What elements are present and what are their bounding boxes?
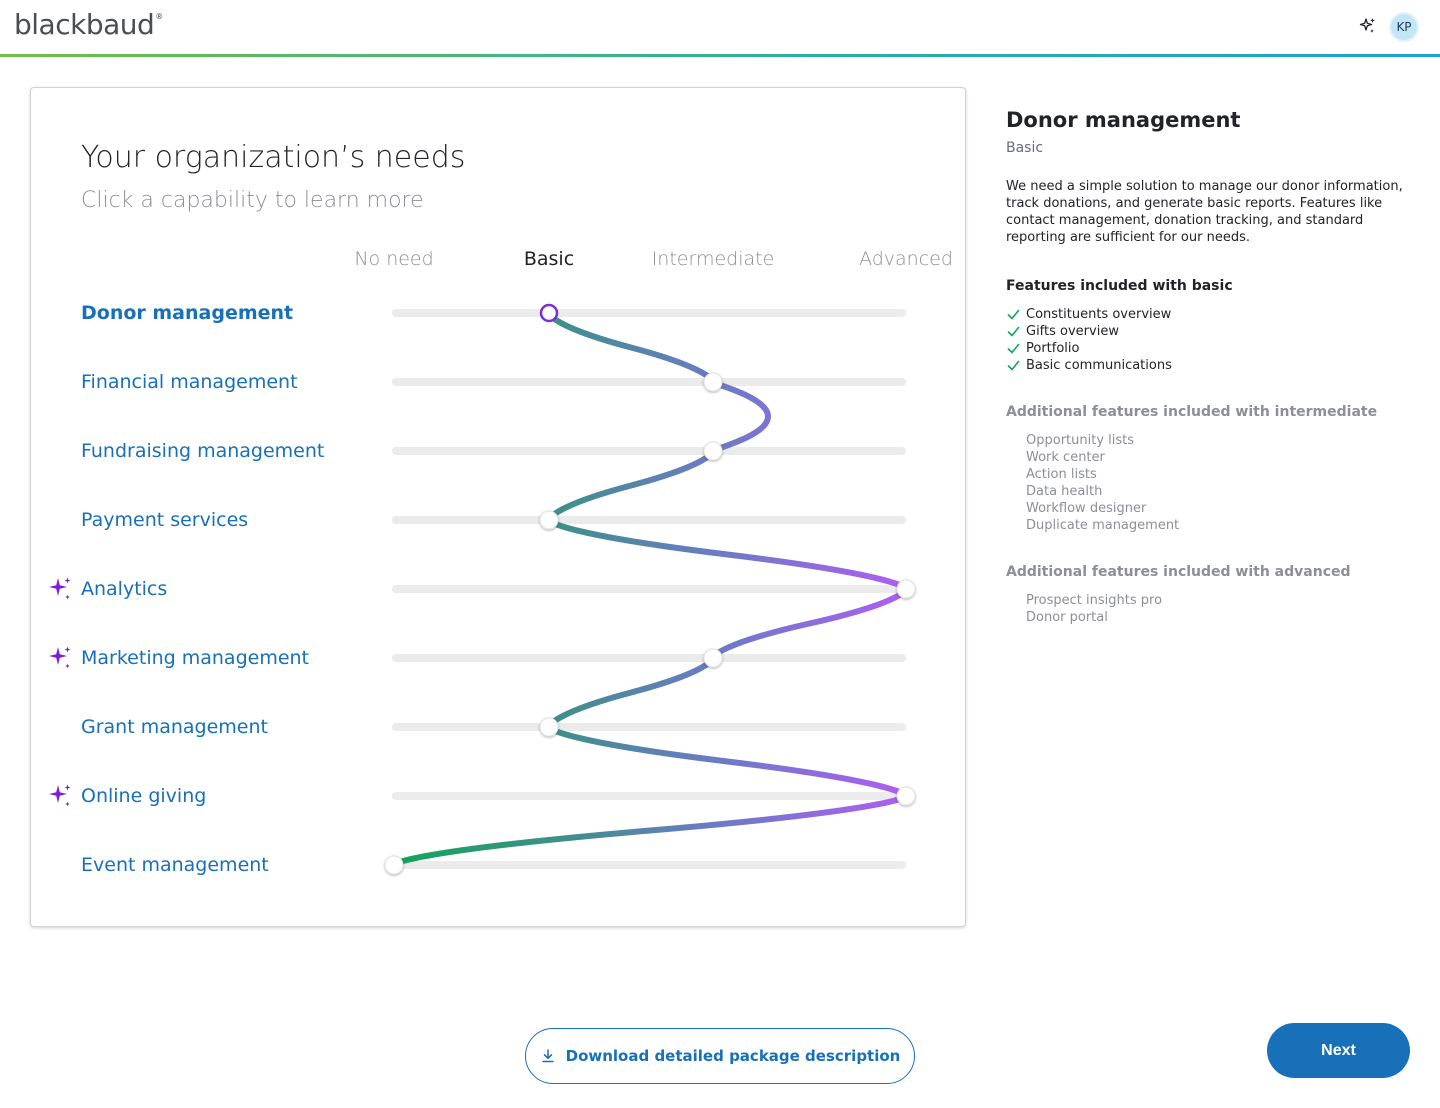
feature-item: Basic communications — [1006, 357, 1406, 374]
feature-label: Donor portal — [1026, 610, 1108, 625]
panel-title: Donor management — [1006, 108, 1241, 132]
basic-features-list: Constituents overview Gifts overview Portf… — [1006, 306, 1406, 374]
level-track-online-giving[interactable] — [392, 792, 906, 800]
detail-panel: Donor management Basic We need a simple … — [1006, 108, 1406, 626]
check-icon — [1007, 343, 1020, 354]
download-label: Download detailed package description — [565, 1047, 901, 1065]
sparkle-icon[interactable] — [1358, 16, 1378, 36]
feature-item: Work center — [1006, 449, 1406, 466]
feature-item: Portfolio — [1006, 340, 1406, 357]
check-icon — [1007, 326, 1020, 337]
advanced-features-list: Prospect insights pro Donor portal — [1006, 592, 1406, 626]
feature-item: Workflow designer — [1006, 500, 1406, 517]
feature-label: Workflow designer — [1026, 501, 1147, 516]
ai-sparkle-icon — [46, 782, 74, 810]
download-package-button[interactable]: Download detailed package description — [525, 1028, 915, 1084]
level-track-fundraising-management[interactable] — [392, 447, 906, 455]
check-icon — [1007, 360, 1020, 371]
card-title: Your organization’s needs — [81, 140, 466, 175]
capability-event-management[interactable]: Event management — [81, 854, 269, 876]
feature-item: Duplicate management — [1006, 517, 1406, 534]
ai-sparkle-icon — [46, 644, 74, 672]
feature-label: Opportunity lists — [1026, 433, 1135, 448]
feature-item: Action lists — [1006, 466, 1406, 483]
level-track-financial-management[interactable] — [392, 378, 906, 386]
level-track-analytics[interactable] — [392, 585, 906, 593]
level-header-intermediate: Intermediate — [651, 248, 775, 270]
feature-label: Work center — [1026, 450, 1105, 465]
feature-item: Gifts overview — [1006, 323, 1406, 340]
needs-card: Your organization’s needs Click a capabi… — [30, 87, 966, 927]
feature-label: Constituents overview — [1026, 307, 1172, 322]
feature-label: Prospect insights pro — [1026, 593, 1163, 608]
ai-sparkle-icon — [46, 575, 74, 603]
capability-financial-management[interactable]: Financial management — [81, 371, 298, 393]
feature-label: Portfolio — [1026, 341, 1080, 356]
registered-mark: ® — [155, 12, 163, 21]
level-track-event-management[interactable] — [392, 861, 906, 869]
feature-label: Duplicate management — [1026, 518, 1180, 533]
capability-grant-management[interactable]: Grant management — [81, 716, 268, 738]
brand-accent-bar — [0, 54, 1440, 57]
capability-fundraising-management[interactable]: Fundraising management — [81, 440, 324, 462]
feature-label: Basic communications — [1026, 358, 1172, 373]
check-icon — [1007, 309, 1020, 320]
feature-item: Prospect insights pro — [1006, 592, 1406, 609]
level-track-donor-management[interactable] — [392, 309, 906, 317]
feature-label: Gifts overview — [1026, 324, 1119, 339]
intermediate-features-heading: Additional features included with interm… — [1006, 404, 1378, 420]
logo-text: blackbaud — [14, 8, 155, 41]
feature-label: Data health — [1026, 484, 1103, 499]
blackbaud-logo[interactable]: blackbaud® — [14, 8, 163, 41]
level-track-grant-management[interactable] — [392, 723, 906, 731]
capability-marketing-management[interactable]: Marketing management — [81, 647, 309, 669]
download-icon — [541, 1049, 554, 1063]
feature-item: Opportunity lists — [1006, 432, 1406, 449]
feature-item: Donor portal — [1006, 609, 1406, 626]
level-header-advanced: Advanced — [859, 248, 953, 270]
panel-level: Basic — [1006, 140, 1044, 156]
next-button[interactable]: Next — [1267, 1023, 1410, 1078]
capability-payment-services[interactable]: Payment services — [81, 509, 248, 531]
capability-online-giving[interactable]: Online giving — [81, 785, 206, 807]
basic-features-heading: Features included with basic — [1006, 278, 1233, 294]
feature-label: Action lists — [1026, 467, 1097, 482]
advanced-features-heading: Additional features included with advanc… — [1006, 564, 1351, 580]
intermediate-features-list: Opportunity lists Work center Action lists… — [1006, 432, 1406, 534]
level-header-basic: Basic — [523, 248, 575, 270]
level-header-no-need: No need — [354, 248, 434, 270]
card-subtitle: Click a capability to learn more — [81, 188, 424, 213]
feature-item: Constituents overview — [1006, 306, 1406, 323]
panel-description: We need a simple solution to manage our … — [1006, 179, 1403, 245]
level-track-payment-services[interactable] — [392, 516, 906, 524]
feature-item: Data health — [1006, 483, 1406, 500]
top-bar: blackbaud® KP — [0, 0, 1440, 54]
user-avatar[interactable]: KP — [1389, 12, 1419, 42]
capability-analytics[interactable]: Analytics — [81, 578, 167, 600]
capability-donor-management[interactable]: Donor management — [81, 302, 293, 324]
level-track-marketing-management[interactable] — [392, 654, 906, 662]
